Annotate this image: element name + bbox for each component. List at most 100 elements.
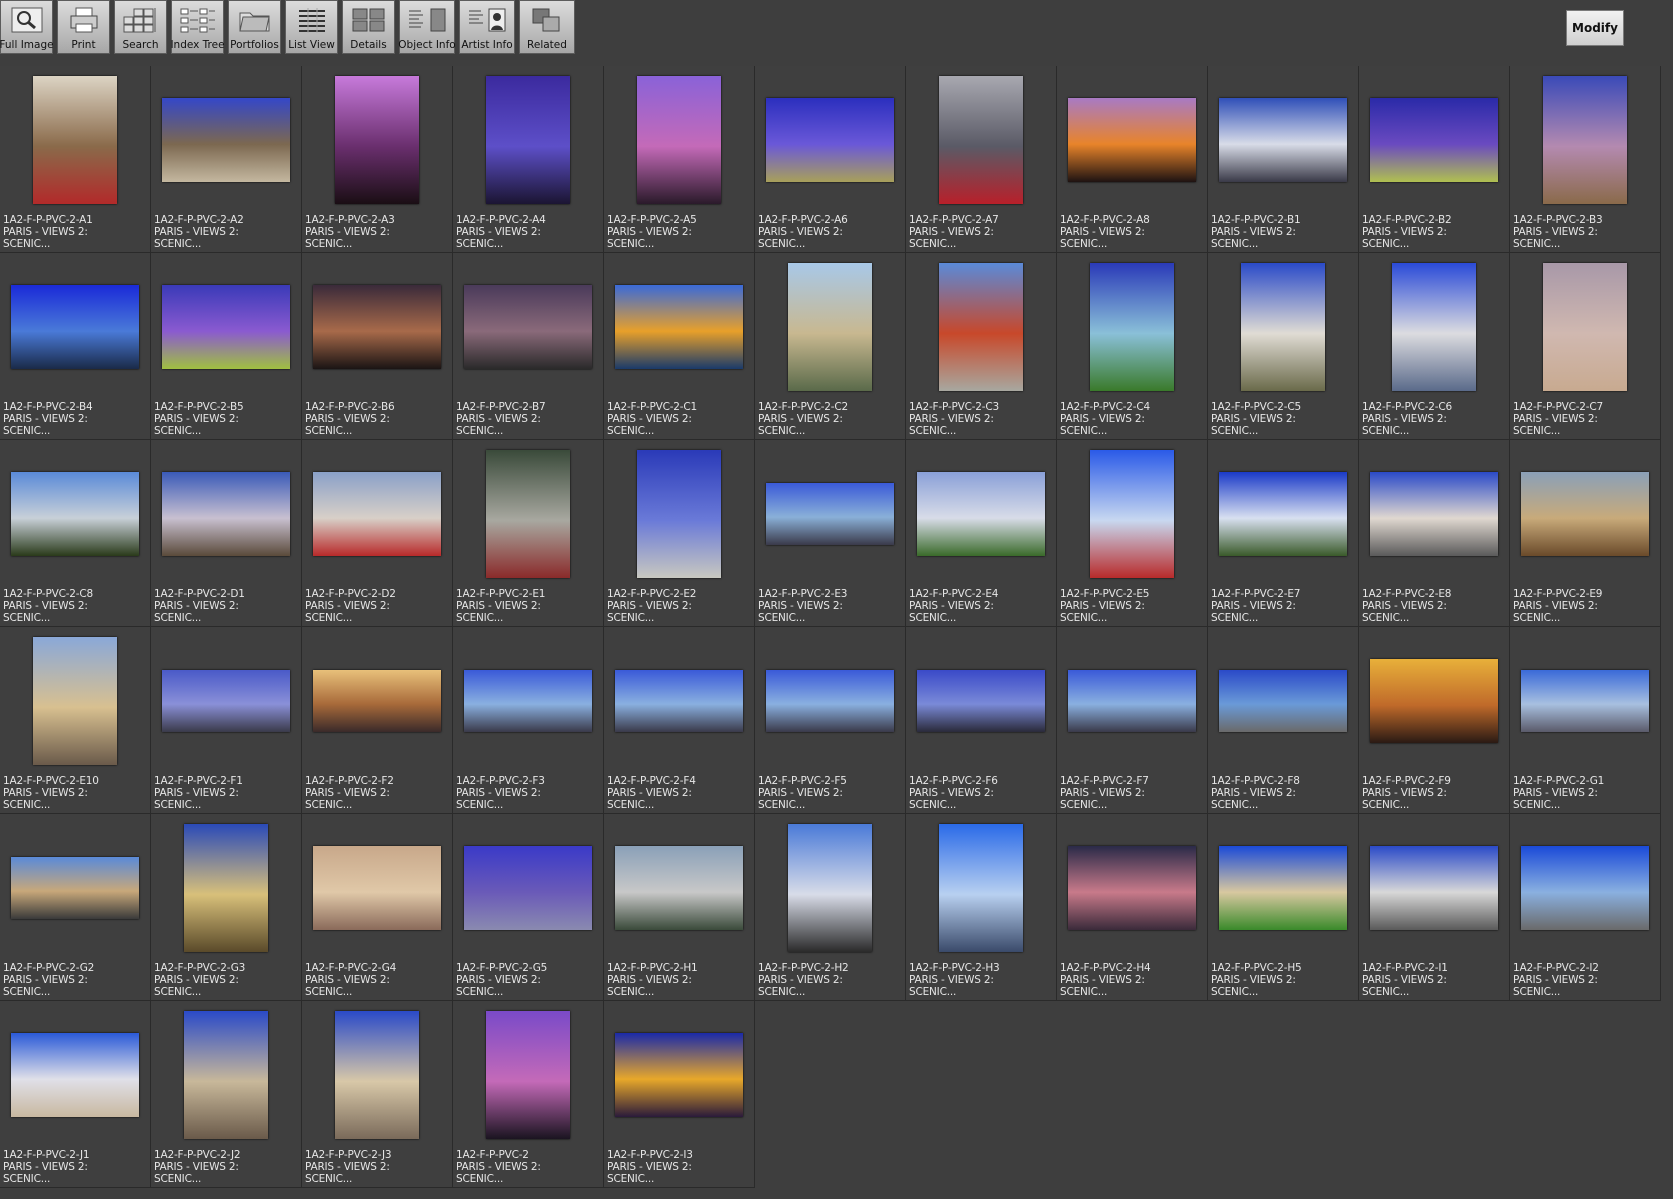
thumbnail-image[interactable]: [615, 669, 743, 732]
thumbnail-cell[interactable]: 1A2-F-P-PVC-2-A6 PARIS - VIEWS 2: SCENIC..…: [755, 66, 906, 253]
thumbnail-image[interactable]: [1521, 471, 1649, 556]
print-button[interactable]: Print: [57, 0, 110, 54]
thumbnail-image[interactable]: [33, 75, 117, 204]
thumbnail-cell[interactable]: 1A2-F-P-PVC-2-F5 PARIS - VIEWS 2: SCENIC..…: [755, 627, 906, 814]
thumbnail-image[interactable]: [615, 1032, 743, 1117]
thumbnail-cell[interactable]: 1A2-F-P-PVC-2-E1 PARIS - VIEWS 2: SCENIC..…: [453, 440, 604, 627]
thumbnail-cell[interactable]: 1A2-F-P-PVC-2-J3 PARIS - VIEWS 2: SCENIC..…: [302, 1001, 453, 1188]
thumbnail-cell[interactable]: 1A2-F-P-PVC-2-D2 PARIS - VIEWS 2: SCENIC..…: [302, 440, 453, 627]
thumbnail-cell[interactable]: 1A2-F-P-PVC-2-C3 PARIS - VIEWS 2: SCENIC..…: [906, 253, 1057, 440]
thumbnail-image[interactable]: [1392, 262, 1476, 391]
thumbnail-image[interactable]: [11, 471, 139, 556]
thumbnail-cell[interactable]: 1A2-F-P-PVC-2-I1 PARIS - VIEWS 2: SCENIC..…: [1359, 814, 1510, 1001]
thumbnail-image[interactable]: [486, 1010, 570, 1139]
thumbnail-cell[interactable]: 1A2-F-P-PVC-2-F2 PARIS - VIEWS 2: SCENIC..…: [302, 627, 453, 814]
thumbnail-cell[interactable]: 1A2-F-P-PVC-2-F4 PARIS - VIEWS 2: SCENIC..…: [604, 627, 755, 814]
thumbnail-cell[interactable]: 1A2-F-P-PVC-2-H4 PARIS - VIEWS 2: SCENIC..…: [1057, 814, 1208, 1001]
thumbnail-cell[interactable]: 1A2-F-P-PVC-2-A1 PARIS - VIEWS 2: SCENIC..…: [0, 66, 151, 253]
thumbnail-image[interactable]: [939, 75, 1023, 204]
thumbnail-cell[interactable]: 1A2-F-P-PVC-2-B4 PARIS - VIEWS 2: SCENIC..…: [0, 253, 151, 440]
thumbnail-image[interactable]: [1219, 471, 1347, 556]
thumbnail-image[interactable]: [1090, 449, 1174, 578]
search-button[interactable]: Search: [114, 0, 167, 54]
object-info-button[interactable]: Object Info: [398, 0, 456, 54]
thumbnail-cell[interactable]: 1A2-F-P-PVC-2-F6 PARIS - VIEWS 2: SCENIC..…: [906, 627, 1057, 814]
thumbnail-image[interactable]: [1219, 97, 1347, 182]
thumbnail-cell[interactable]: 1A2-F-P-PVC-2-G2 PARIS - VIEWS 2: SCENIC..…: [0, 814, 151, 1001]
thumbnail-cell[interactable]: 1A2-F-P-PVC-2-C2 PARIS - VIEWS 2: SCENIC..…: [755, 253, 906, 440]
thumbnail-image[interactable]: [464, 845, 592, 930]
thumbnail-cell[interactable]: 1A2-F-P-PVC-2-A2 PARIS - VIEWS 2: SCENIC..…: [151, 66, 302, 253]
thumbnail-cell[interactable]: 1A2-F-P-PVC-2-B6 PARIS - VIEWS 2: SCENIC..…: [302, 253, 453, 440]
thumbnail-cell[interactable]: 1A2-F-P-PVC-2-A4 PARIS - VIEWS 2: SCENIC..…: [453, 66, 604, 253]
thumbnail-image[interactable]: [788, 823, 872, 952]
thumbnail-image[interactable]: [1543, 75, 1627, 204]
thumbnail-cell[interactable]: 1A2-F-P-PVC-2-C1 PARIS - VIEWS 2: SCENIC..…: [604, 253, 755, 440]
thumbnail-cell[interactable]: 1A2-F-P-PVC-2 PARIS - VIEWS 2: SCENIC...: [453, 1001, 604, 1188]
thumbnail-cell[interactable]: 1A2-F-P-PVC-2-F7 PARIS - VIEWS 2: SCENIC..…: [1057, 627, 1208, 814]
full-image-button[interactable]: Full Image: [0, 0, 54, 54]
thumbnail-image[interactable]: [1521, 845, 1649, 930]
thumbnail-image[interactable]: [1521, 669, 1649, 732]
thumbnail-cell[interactable]: 1A2-F-P-PVC-2-B7 PARIS - VIEWS 2: SCENIC..…: [453, 253, 604, 440]
thumbnail-image[interactable]: [464, 284, 592, 369]
details-button[interactable]: Details: [342, 0, 395, 54]
thumbnail-image[interactable]: [1068, 669, 1196, 732]
thumbnail-image[interactable]: [486, 75, 570, 204]
thumbnail-cell[interactable]: 1A2-F-P-PVC-2-H2 PARIS - VIEWS 2: SCENIC..…: [755, 814, 906, 1001]
thumbnail-image[interactable]: [788, 262, 872, 391]
thumbnail-cell[interactable]: 1A2-F-P-PVC-2-B3 PARIS - VIEWS 2: SCENIC..…: [1510, 66, 1661, 253]
thumbnail-cell[interactable]: 1A2-F-P-PVC-2-E10 PARIS - VIEWS 2: SCENIC.…: [0, 627, 151, 814]
thumbnail-image[interactable]: [1370, 471, 1498, 556]
thumbnail-cell[interactable]: 1A2-F-P-PVC-2-E8 PARIS - VIEWS 2: SCENIC..…: [1359, 440, 1510, 627]
portfolios-button[interactable]: Portfolios: [228, 0, 281, 54]
thumbnail-image[interactable]: [162, 284, 290, 369]
thumbnail-image[interactable]: [1219, 845, 1347, 930]
thumbnail-image[interactable]: [11, 284, 139, 369]
thumbnail-cell[interactable]: 1A2-F-P-PVC-2-A7 PARIS - VIEWS 2: SCENIC..…: [906, 66, 1057, 253]
thumbnail-cell[interactable]: 1A2-F-P-PVC-2-C6 PARIS - VIEWS 2: SCENIC..…: [1359, 253, 1510, 440]
modify-button[interactable]: Modify: [1566, 10, 1624, 46]
artist-info-button[interactable]: Artist Info: [459, 0, 515, 54]
thumbnail-image[interactable]: [1370, 658, 1498, 743]
thumbnail-image[interactable]: [313, 845, 441, 930]
thumbnail-cell[interactable]: 1A2-F-P-PVC-2-I2 PARIS - VIEWS 2: SCENIC..…: [1510, 814, 1661, 1001]
thumbnail-image[interactable]: [637, 449, 721, 578]
thumbnail-cell[interactable]: 1A2-F-P-PVC-2-A5 PARIS - VIEWS 2: SCENIC..…: [604, 66, 755, 253]
thumbnail-cell[interactable]: 1A2-F-P-PVC-2-H3 PARIS - VIEWS 2: SCENIC..…: [906, 814, 1057, 1001]
thumbnail-image[interactable]: [162, 669, 290, 732]
thumbnail-cell[interactable]: 1A2-F-P-PVC-2-B5 PARIS - VIEWS 2: SCENIC..…: [151, 253, 302, 440]
thumbnail-image[interactable]: [11, 856, 139, 919]
thumbnail-cell[interactable]: 1A2-F-P-PVC-2-G4 PARIS - VIEWS 2: SCENIC..…: [302, 814, 453, 1001]
thumbnail-cell[interactable]: 1A2-F-P-PVC-2-D1 PARIS - VIEWS 2: SCENIC..…: [151, 440, 302, 627]
thumbnail-image[interactable]: [11, 1032, 139, 1117]
thumbnail-cell[interactable]: 1A2-F-P-PVC-2-F8 PARIS - VIEWS 2: SCENIC..…: [1208, 627, 1359, 814]
thumbnail-image[interactable]: [1219, 669, 1347, 732]
thumbnail-image[interactable]: [766, 669, 894, 732]
thumbnail-image[interactable]: [1370, 97, 1498, 182]
thumbnail-cell[interactable]: 1A2-F-P-PVC-2-G5 PARIS - VIEWS 2: SCENIC..…: [453, 814, 604, 1001]
thumbnail-cell[interactable]: 1A2-F-P-PVC-2-G3 PARIS - VIEWS 2: SCENIC..…: [151, 814, 302, 1001]
thumbnail-image[interactable]: [335, 75, 419, 204]
thumbnail-cell[interactable]: 1A2-F-P-PVC-2-E3 PARIS - VIEWS 2: SCENIC..…: [755, 440, 906, 627]
thumbnail-image[interactable]: [615, 845, 743, 930]
thumbnail-image[interactable]: [335, 1010, 419, 1139]
list-view-button[interactable]: List View: [285, 0, 338, 54]
thumbnail-cell[interactable]: 1A2-F-P-PVC-2-E7 PARIS - VIEWS 2: SCENIC..…: [1208, 440, 1359, 627]
thumbnail-cell[interactable]: 1A2-F-P-PVC-2-B2 PARIS - VIEWS 2: SCENIC..…: [1359, 66, 1510, 253]
thumbnail-image[interactable]: [1370, 845, 1498, 930]
index-tree-button[interactable]: Index Tree: [170, 0, 225, 54]
thumbnail-image[interactable]: [637, 75, 721, 204]
thumbnail-image[interactable]: [1543, 262, 1627, 391]
thumbnail-cell[interactable]: 1A2-F-P-PVC-2-C4 PARIS - VIEWS 2: SCENIC..…: [1057, 253, 1208, 440]
thumbnail-image[interactable]: [939, 262, 1023, 391]
thumbnail-image[interactable]: [162, 471, 290, 556]
thumbnail-cell[interactable]: 1A2-F-P-PVC-2-E2 PARIS - VIEWS 2: SCENIC..…: [604, 440, 755, 627]
thumbnail-cell[interactable]: 1A2-F-P-PVC-2-F1 PARIS - VIEWS 2: SCENIC..…: [151, 627, 302, 814]
thumbnail-image[interactable]: [464, 669, 592, 732]
thumbnail-image[interactable]: [1068, 845, 1196, 930]
thumbnail-cell[interactable]: 1A2-F-P-PVC-2-F3 PARIS - VIEWS 2: SCENIC..…: [453, 627, 604, 814]
thumbnail-cell[interactable]: 1A2-F-P-PVC-2-B1 PARIS - VIEWS 2: SCENIC..…: [1208, 66, 1359, 253]
thumbnail-cell[interactable]: 1A2-F-P-PVC-2-J2 PARIS - VIEWS 2: SCENIC..…: [151, 1001, 302, 1188]
thumbnail-cell[interactable]: 1A2-F-P-PVC-2-A8 PARIS - VIEWS 2: SCENIC..…: [1057, 66, 1208, 253]
